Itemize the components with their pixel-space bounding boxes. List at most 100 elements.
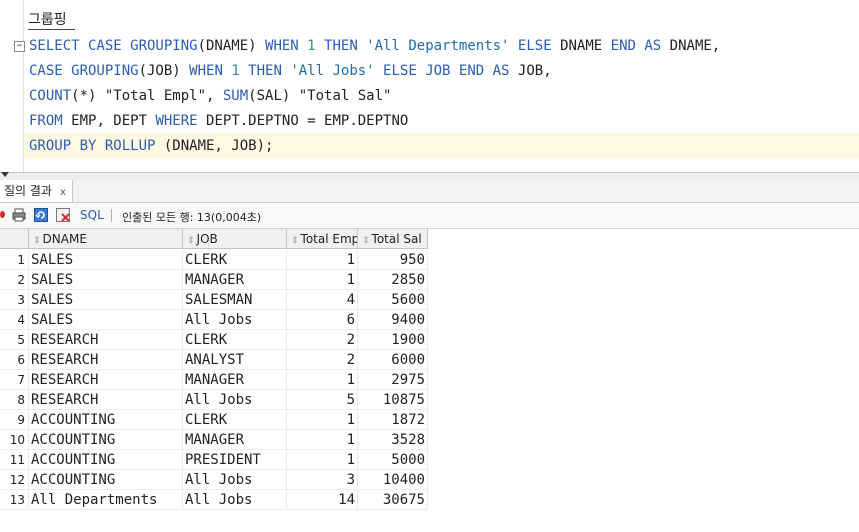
table-row[interactable]: 4 SALES All Jobs 6 9400 xyxy=(0,310,428,330)
cell-total-empl[interactable]: 1 xyxy=(287,250,358,270)
cell-dname[interactable]: ACCOUNTING xyxy=(29,450,183,470)
cancel-query-icon[interactable] xyxy=(56,208,70,222)
cell-total-sal[interactable]: 3528 xyxy=(358,430,428,450)
cell-total-empl[interactable]: 3 xyxy=(287,470,358,490)
cell-job[interactable]: CLERK xyxy=(183,410,287,430)
cell-job[interactable]: All Jobs xyxy=(183,490,287,510)
cell-job[interactable]: ANALYST xyxy=(183,350,287,370)
cell-total-empl[interactable]: 1 xyxy=(287,430,358,450)
table-row[interactable]: 11 ACCOUNTING PRESIDENT 1 5000 xyxy=(0,450,428,470)
sql-line-3[interactable]: COUNT(*) "Total Empl", SUM(SAL) "Total S… xyxy=(29,87,391,105)
cell-dname[interactable]: RESEARCH xyxy=(29,350,183,370)
cell-job[interactable]: All Jobs xyxy=(183,310,287,330)
tab-close-icon[interactable]: x xyxy=(60,187,66,198)
row-number[interactable]: 9 xyxy=(0,410,29,430)
cell-dname[interactable]: SALES xyxy=(29,250,183,270)
cell-total-sal[interactable]: 9400 xyxy=(358,310,428,330)
cell-total-empl[interactable]: 1 xyxy=(287,370,358,390)
table-row[interactable]: 3 SALES SALESMAN 4 5600 xyxy=(0,290,428,310)
tab-query-result[interactable]: 질의 결과 x xyxy=(0,180,73,202)
cell-total-sal[interactable]: 1900 xyxy=(358,330,428,350)
refresh-icon[interactable] xyxy=(34,208,48,222)
cell-dname[interactable]: ACCOUNTING xyxy=(29,470,183,490)
table-row[interactable]: 12 ACCOUNTING All Jobs 3 10400 xyxy=(0,470,428,490)
cell-total-empl[interactable]: 1 xyxy=(287,450,358,470)
row-number[interactable]: 1 xyxy=(0,250,29,270)
cell-job[interactable]: MANAGER xyxy=(183,370,287,390)
sql-line-2[interactable]: CASE GROUPING(JOB) WHEN 1 THEN 'All Jobs… xyxy=(29,62,552,80)
sort-icon[interactable]: ⇕ xyxy=(362,236,370,246)
cell-job[interactable]: SALESMAN xyxy=(183,290,287,310)
row-number[interactable]: 4 xyxy=(0,310,29,330)
cell-total-empl[interactable]: 4 xyxy=(287,290,358,310)
sort-icon[interactable]: ⇕ xyxy=(291,236,299,246)
cell-total-sal[interactable]: 6000 xyxy=(358,350,428,370)
row-number[interactable]: 3 xyxy=(0,290,29,310)
row-number[interactable]: 6 xyxy=(0,350,29,370)
sql-line-4[interactable]: FROM EMP, DEPT WHERE DEPT.DEPTNO = EMP.D… xyxy=(29,112,408,130)
cell-total-sal[interactable]: 5000 xyxy=(358,450,428,470)
cell-total-sal[interactable]: 10875 xyxy=(358,390,428,410)
row-number[interactable]: 12 xyxy=(0,470,29,490)
cell-dname[interactable]: RESEARCH xyxy=(29,370,183,390)
sort-icon[interactable]: ⇕ xyxy=(33,236,41,246)
cell-job[interactable]: MANAGER xyxy=(183,270,287,290)
table-row[interactable]: 5 RESEARCH CLERK 2 1900 xyxy=(0,330,428,350)
cell-dname[interactable]: SALES xyxy=(29,270,183,290)
table-row[interactable]: 1 SALES CLERK 1 950 xyxy=(0,250,428,270)
pin-icon[interactable] xyxy=(0,211,5,218)
row-number[interactable]: 8 xyxy=(0,390,29,410)
cell-total-sal[interactable]: 10400 xyxy=(358,470,428,490)
row-number[interactable]: 2 xyxy=(0,270,29,290)
row-number[interactable]: 5 xyxy=(0,330,29,350)
cell-total-sal[interactable]: 1872 xyxy=(358,410,428,430)
cell-total-empl[interactable]: 6 xyxy=(287,310,358,330)
row-number[interactable]: 11 xyxy=(0,450,29,470)
cell-dname[interactable]: RESEARCH xyxy=(29,390,183,410)
cell-dname[interactable]: All Departments xyxy=(29,490,183,510)
column-header-total-sal[interactable]: ⇕ Total Sal xyxy=(358,229,428,249)
sql-line-1[interactable]: SELECT CASE GROUPING(DNAME) WHEN 1 THEN … xyxy=(29,37,720,55)
cell-job[interactable]: CLERK xyxy=(183,330,287,350)
table-row[interactable]: 2 SALES MANAGER 1 2850 xyxy=(0,270,428,290)
table-row[interactable]: 6 RESEARCH ANALYST 2 6000 xyxy=(0,350,428,370)
column-header-total-empl[interactable]: ⇕ Total Empl xyxy=(287,229,358,249)
row-number[interactable]: 10 xyxy=(0,430,29,450)
column-header-dname[interactable]: ⇕ DNAME xyxy=(29,229,183,249)
sort-icon[interactable]: ⇕ xyxy=(187,236,195,246)
cell-total-sal[interactable]: 30675 xyxy=(358,490,428,510)
cell-total-empl[interactable]: 2 xyxy=(287,330,358,350)
cell-total-empl[interactable]: 1 xyxy=(287,270,358,290)
table-row[interactable]: 13 All Departments All Jobs 14 30675 xyxy=(0,490,428,510)
table-row[interactable]: 9 ACCOUNTING CLERK 1 1872 xyxy=(0,410,428,430)
cell-total-empl[interactable]: 5 xyxy=(287,390,358,410)
cell-dname[interactable]: ACCOUNTING xyxy=(29,430,183,450)
cell-total-empl[interactable]: 1 xyxy=(287,410,358,430)
cell-job[interactable]: CLERK xyxy=(183,250,287,270)
table-row[interactable]: 7 RESEARCH MANAGER 1 2975 xyxy=(0,370,428,390)
cell-job[interactable]: All Jobs xyxy=(183,470,287,490)
cell-total-sal[interactable]: 5600 xyxy=(358,290,428,310)
cell-total-empl[interactable]: 14 xyxy=(287,490,358,510)
collapse-arrow-icon[interactable] xyxy=(1,172,9,177)
cell-dname[interactable]: ACCOUNTING xyxy=(29,410,183,430)
column-header-job[interactable]: ⇕ JOB xyxy=(183,229,287,249)
cell-total-empl[interactable]: 2 xyxy=(287,350,358,370)
row-number[interactable]: 7 xyxy=(0,370,29,390)
cell-total-sal[interactable]: 2975 xyxy=(358,370,428,390)
cell-job[interactable]: All Jobs xyxy=(183,390,287,410)
table-row[interactable]: 10 ACCOUNTING MANAGER 1 3528 xyxy=(0,430,428,450)
fold-icon[interactable]: − xyxy=(14,41,25,52)
cell-total-sal[interactable]: 2850 xyxy=(358,270,428,290)
cell-job[interactable]: MANAGER xyxy=(183,430,287,450)
cell-dname[interactable]: SALES xyxy=(29,290,183,310)
cell-dname[interactable]: SALES xyxy=(29,310,183,330)
cell-job[interactable]: PRESIDENT xyxy=(183,450,287,470)
sql-editor[interactable]: 그룹핑 − SELECT CASE GROUPING(DNAME) WHEN 1… xyxy=(0,0,859,172)
cell-total-sal[interactable]: 950 xyxy=(358,250,428,270)
sql-link[interactable]: SQL xyxy=(80,208,104,222)
cell-dname[interactable]: RESEARCH xyxy=(29,330,183,350)
sql-line-5[interactable]: GROUP BY ROLLUP (DNAME, JOB); xyxy=(29,137,273,155)
print-icon[interactable] xyxy=(12,208,26,222)
row-number[interactable]: 13 xyxy=(0,490,29,510)
